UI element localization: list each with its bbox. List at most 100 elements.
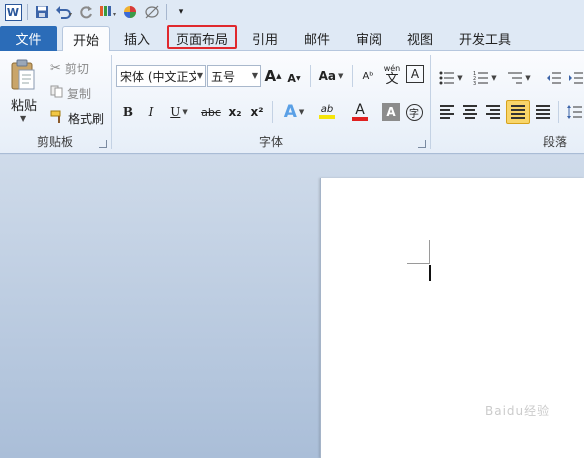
align-center-button[interactable] (460, 101, 480, 123)
character-border-icon: A (410, 67, 420, 81)
sign-icon[interactable] (141, 2, 163, 22)
phonetic-char: 文 (385, 71, 399, 87)
paste-label: 粘贴 (11, 99, 38, 114)
change-case-icon: Aa (318, 69, 336, 83)
paste-icon (11, 59, 35, 90)
ribbon-tab-row: 文件 开始 插入 页面布局 引用 邮件 审阅 视图 开发工具 (0, 24, 584, 52)
character-border-button[interactable]: A (406, 65, 424, 83)
clipboard-group-label: 剪贴板 (36, 135, 73, 149)
copy-icon (50, 85, 63, 101)
strikethrough-button[interactable]: abc (200, 101, 222, 123)
font-color-bar (352, 117, 368, 121)
tab-review[interactable]: 审阅 (348, 26, 390, 51)
align-left-icon (440, 105, 454, 119)
line-spacing-button[interactable] (564, 101, 584, 123)
tab-view[interactable]: 视图 (399, 26, 441, 51)
tab-home[interactable]: 开始 (62, 26, 110, 52)
tab-references[interactable]: 引用 (244, 26, 286, 51)
highlight-color-bar (319, 115, 335, 119)
font-name-value: 宋体 (中文正文 (120, 69, 196, 84)
increase-indent-icon (569, 72, 583, 84)
font-launcher-icon[interactable] (418, 140, 426, 148)
phonetic-guide-button[interactable]: wén 文 (382, 61, 402, 89)
undo-icon[interactable]: ▾ (53, 2, 75, 22)
clear-format-button[interactable]: Aᵇ (358, 65, 378, 87)
clipboard-launcher-icon[interactable] (99, 140, 107, 148)
distributed-button[interactable] (533, 101, 553, 123)
change-case-button[interactable]: Aa ▼ (318, 65, 344, 87)
superscript-button[interactable]: x² (248, 101, 266, 123)
divider (310, 65, 311, 87)
qat-separator (27, 4, 28, 20)
tab-mailings[interactable]: 邮件 (296, 26, 338, 51)
line-spacing-icon (567, 105, 582, 119)
svg-text:▾: ▾ (69, 11, 72, 18)
underline-icon: U (170, 105, 181, 119)
decrease-indent-button[interactable] (545, 67, 563, 89)
font-size-value: 五号 (211, 69, 236, 84)
multilevel-list-icon (508, 72, 523, 84)
distributed-icon (536, 105, 550, 119)
text-effects-button[interactable]: A ▼ (280, 101, 308, 123)
paste-dropdown-icon[interactable]: ▼ (20, 114, 26, 123)
bold-button[interactable]: B (120, 101, 136, 123)
grow-font-icon: A (264, 67, 277, 85)
enclose-characters-icon: 字 (405, 103, 423, 121)
scissors-icon: ✂ (50, 60, 61, 76)
justify-button[interactable] (506, 100, 530, 124)
quick-access-toolbar: W ▾ ▾ ▾ (0, 0, 584, 24)
cut-button[interactable]: ✂ 剪切 (50, 58, 89, 78)
copy-label: 复制 (67, 86, 92, 101)
increase-indent-button[interactable] (568, 67, 584, 89)
format-painter-button[interactable]: 格式刷 (50, 108, 104, 128)
format-painter-label: 格式刷 (68, 111, 105, 126)
format-painter-icon (50, 110, 64, 127)
word-app-icon[interactable]: W (2, 2, 24, 22)
highlight-button[interactable]: ab (312, 101, 342, 123)
format-painter-qat-icon[interactable]: ▾ (97, 2, 119, 22)
shrink-font-icon: A (287, 71, 296, 85)
multilevel-list-button[interactable]: ▼ (505, 67, 533, 89)
bullets-button[interactable]: ▼ (437, 67, 465, 89)
numbering-button[interactable]: 1 2 3 ▼ (471, 67, 499, 89)
margin-marker (407, 263, 429, 264)
paragraph-group-label: 段落 (542, 135, 567, 149)
divider (272, 101, 273, 123)
character-shading-button[interactable]: A (382, 103, 400, 121)
numbering-icon: 123 (473, 71, 489, 85)
svg-text:▾: ▾ (113, 11, 116, 18)
cut-label: 剪切 (64, 61, 89, 76)
customize-qat-icon[interactable]: ▾ (170, 2, 192, 22)
chevron-down-icon: ▼ (196, 71, 203, 80)
align-left-button[interactable] (437, 101, 457, 123)
align-right-button[interactable] (483, 101, 503, 123)
tab-file[interactable]: 文件 (0, 26, 57, 51)
subscript-button[interactable]: x₂ (226, 101, 244, 123)
svg-text:3: 3 (473, 81, 476, 85)
color-wheel-icon[interactable] (119, 2, 141, 22)
italic-button[interactable]: I (143, 101, 159, 123)
tab-developer[interactable]: 开发工具 (452, 26, 518, 51)
decrease-indent-icon (547, 72, 561, 84)
grow-font-button[interactable]: A ▲ (264, 65, 282, 87)
watermark: Baidu经验 (485, 404, 551, 418)
align-right-icon (486, 105, 500, 119)
text-effects-icon: A (283, 102, 297, 122)
clear-format-icon: Aᵇ (362, 70, 374, 82)
tab-insert[interactable]: 插入 (116, 26, 158, 51)
chevron-down-icon: ▼ (251, 71, 258, 80)
underline-button[interactable]: U ▼ (166, 101, 192, 123)
redo-icon[interactable] (75, 2, 97, 22)
font-name-combo[interactable]: 宋体 (中文正文 ▼ (116, 65, 206, 87)
justify-icon (511, 105, 525, 119)
font-color-button[interactable]: A (346, 101, 374, 123)
highlight-icon: ab (320, 104, 334, 115)
align-center-icon (463, 105, 477, 119)
font-color-icon: A (355, 102, 365, 118)
shrink-font-button[interactable]: A ▼ (286, 67, 302, 89)
highlight-box (167, 25, 237, 49)
font-size-combo[interactable]: 五号 ▼ (207, 65, 261, 87)
save-icon[interactable] (31, 2, 53, 22)
enclose-characters-button[interactable]: 字 (404, 101, 424, 123)
copy-button[interactable]: 复制 (50, 83, 91, 103)
